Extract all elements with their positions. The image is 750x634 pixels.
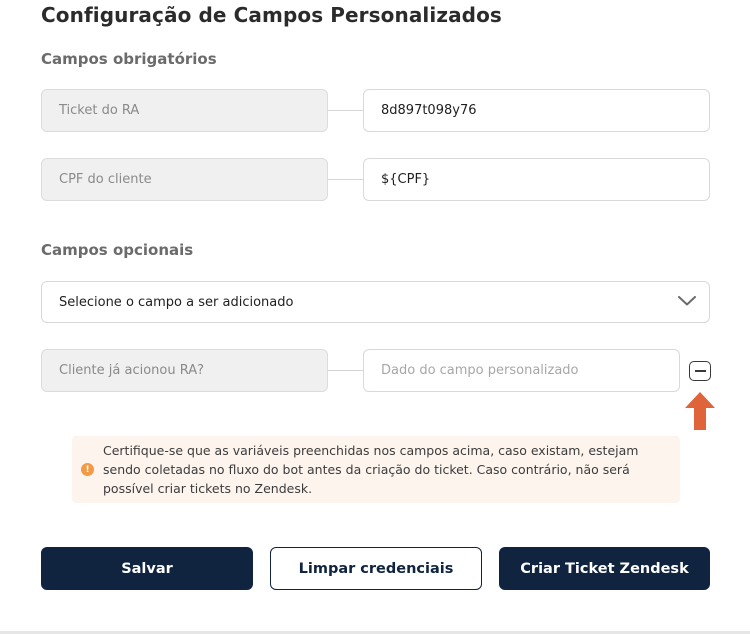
field-connector [328, 370, 363, 371]
chevron-down-icon [678, 295, 696, 310]
cpf-input[interactable] [381, 159, 709, 200]
field-value-cliente-acionou[interactable] [363, 349, 680, 392]
page-title: Configuração de Campos Personalizados [41, 3, 502, 27]
section-title-optional: Campos opcionais [41, 241, 194, 259]
field-value-ticket-ra[interactable] [363, 89, 710, 132]
section-title-required: Campos obrigatórios [41, 50, 217, 68]
field-label-cliente-acionou: Cliente já acionou RA? [41, 349, 328, 392]
custom-field-input[interactable] [381, 350, 679, 391]
clear-credentials-button[interactable]: Limpar credenciais [270, 547, 482, 590]
save-button[interactable]: Salvar [41, 547, 253, 590]
minus-icon [694, 370, 706, 372]
field-connector [328, 179, 363, 180]
create-zendesk-ticket-button[interactable]: Criar Ticket Zendesk [499, 547, 710, 590]
optional-field-select[interactable]: Selecione o campo a ser adicionado [41, 281, 710, 323]
remove-field-button[interactable] [689, 361, 711, 381]
field-label-ticket-ra: Ticket do RA [41, 89, 328, 132]
field-connector [328, 110, 363, 111]
ticket-ra-input[interactable] [381, 90, 709, 131]
field-label-cpf: CPF do cliente [41, 158, 328, 201]
alert-text: Certifique-se que as variáveis preenchid… [103, 443, 639, 496]
arrow-up-icon [683, 390, 717, 436]
warning-alert: ! Certifique-se que as variáveis preench… [72, 436, 680, 503]
select-placeholder: Selecione o campo a ser adicionado [59, 294, 294, 310]
warning-icon: ! [81, 463, 94, 476]
field-value-cpf[interactable] [363, 158, 710, 201]
